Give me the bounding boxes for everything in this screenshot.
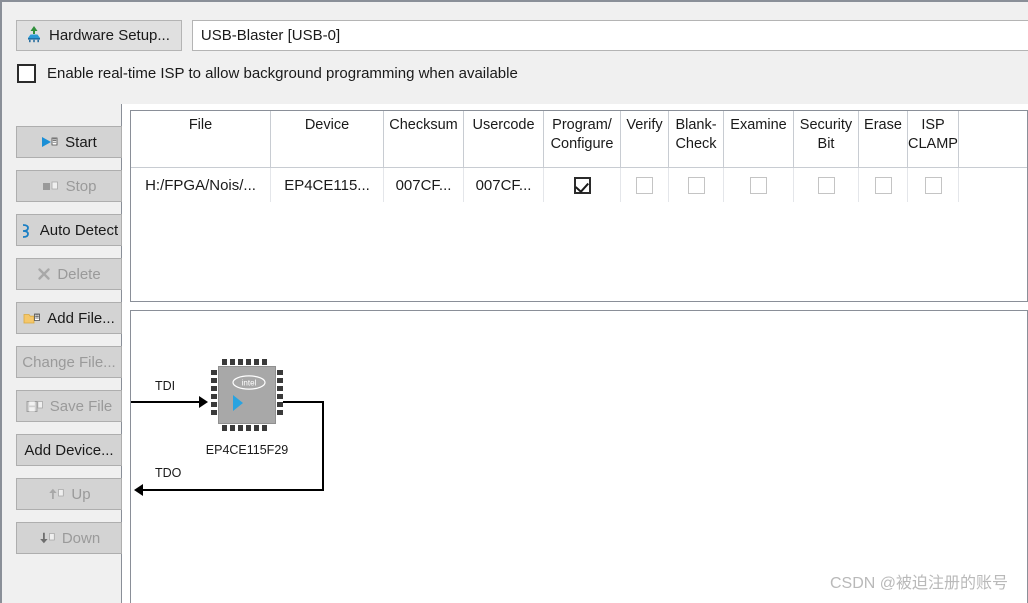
- move-up-button-label: Up: [71, 485, 91, 503]
- column-header-security-bit-label: Security Bit: [799, 117, 853, 152]
- move-down-button-label: Down: [61, 529, 101, 547]
- column-header-file-label: File: [188, 117, 213, 133]
- move-down-button[interactable]: Down: [16, 522, 122, 554]
- toolbar-top: Hardware Setup... USB-Blaster [USB-0] En…: [0, 0, 1028, 104]
- hardware-setup-button[interactable]: Hardware Setup...: [16, 20, 182, 51]
- intel-logo-icon: intel: [232, 375, 266, 390]
- hardware-value-field[interactable]: USB-Blaster [USB-0]: [191, 20, 1028, 51]
- delete-button[interactable]: Delete: [16, 258, 122, 290]
- security-bit-checkbox[interactable]: [817, 176, 835, 194]
- add-file-button[interactable]: Add File...: [16, 302, 122, 334]
- column-header-device-label: Device: [304, 117, 350, 133]
- column-header-usercode[interactable]: Usercode: [464, 111, 544, 167]
- cell-program-configure[interactable]: [544, 168, 621, 202]
- floppy-save-icon: [26, 399, 44, 414]
- tdo-arrowhead: [134, 484, 143, 496]
- save-file-button[interactable]: Save File: [16, 390, 122, 422]
- delete-button-label: Delete: [57, 265, 101, 283]
- column-header-program-configure-label: Program/ Configure: [550, 117, 614, 152]
- column-header-checksum-label: Checksum: [389, 117, 458, 133]
- table-header-row: File Device Checksum Usercode Program/ C…: [131, 111, 1027, 168]
- change-file-button-label: Change File...: [22, 353, 116, 371]
- cell-file[interactable]: H:/FPGA/Nois/...: [131, 168, 271, 202]
- enable-realtime-isp-checkbox[interactable]: [17, 64, 36, 83]
- cell-isp-clamp[interactable]: [908, 168, 959, 202]
- cell-security-bit[interactable]: [794, 168, 859, 202]
- program-configure-checkbox[interactable]: [573, 176, 591, 194]
- hardware-connector-icon: [26, 25, 42, 47]
- move-up-button[interactable]: Up: [16, 478, 122, 510]
- column-header-file[interactable]: File: [131, 111, 271, 167]
- column-header-security-bit[interactable]: Security Bit: [794, 111, 859, 167]
- play-run-icon: [41, 135, 59, 149]
- column-header-checksum[interactable]: Checksum: [384, 111, 464, 167]
- auto-detect-button-label: Auto Detect: [39, 221, 119, 239]
- start-button[interactable]: Start: [16, 126, 122, 158]
- examine-checkbox[interactable]: [750, 176, 767, 194]
- cell-verify[interactable]: [621, 168, 669, 202]
- tdi-wire: [131, 401, 203, 403]
- add-device-button-label: Add Device...: [24, 441, 114, 459]
- column-header-erase-label: Erase: [864, 117, 902, 133]
- cell-spacer: [959, 168, 1027, 202]
- column-header-verify[interactable]: Verify: [621, 111, 669, 167]
- tdo-wire-top: [283, 401, 324, 403]
- verify-checkbox[interactable]: [636, 176, 653, 194]
- chip-device-label: EP4CE115F29: [205, 443, 289, 457]
- cell-device[interactable]: EP4CE115...: [271, 168, 384, 202]
- svg-text:intel: intel: [242, 378, 257, 387]
- cell-blank-check[interactable]: [669, 168, 724, 202]
- jtag-chain-diagram: TDI intel EP4CE115F29 TDO: [130, 310, 1028, 603]
- isp-option-row: Enable real-time ISP to allow background…: [17, 64, 518, 83]
- chip-body: intel: [218, 366, 276, 424]
- table-row[interactable]: H:/FPGA/Nois/... EP4CE115... 007CF... 00…: [131, 168, 1027, 202]
- column-header-device[interactable]: Device: [271, 111, 384, 167]
- add-device-button[interactable]: Add Device...: [16, 434, 122, 466]
- tdo-label: TDO: [155, 466, 182, 480]
- column-header-erase[interactable]: Erase: [859, 111, 908, 167]
- stop-button[interactable]: Stop: [16, 170, 122, 202]
- hardware-setup-row: Hardware Setup... USB-Blaster [USB-0]: [16, 20, 1028, 51]
- tdo-wire-right: [322, 401, 324, 491]
- column-header-verify-label: Verify: [626, 117, 663, 133]
- column-header-blank-check[interactable]: Blank- Check: [669, 111, 724, 167]
- column-header-usercode-label: Usercode: [472, 117, 535, 133]
- tdo-wire-bottom: [141, 489, 324, 491]
- column-header-isp-clamp-label: ISP CLAMP: [908, 117, 958, 152]
- tdi-arrowhead: [199, 396, 208, 408]
- start-button-label: Start: [65, 133, 97, 151]
- erase-checkbox[interactable]: [874, 176, 892, 194]
- column-header-blank-check-label: Blank- Check: [675, 117, 717, 152]
- isp-clamp-checkbox[interactable]: [924, 176, 942, 194]
- device-chain-table: File Device Checksum Usercode Program/ C…: [130, 110, 1028, 302]
- hardware-setup-label: Hardware Setup...: [49, 27, 170, 44]
- auto-detect-icon: [20, 223, 34, 238]
- column-header-examine-label: Examine: [730, 117, 787, 133]
- column-header-isp-clamp[interactable]: ISP CLAMP: [908, 111, 959, 167]
- tdi-label: TDI: [155, 379, 176, 393]
- column-header-program-configure[interactable]: Program/ Configure: [544, 111, 621, 167]
- blank-check-checkbox[interactable]: [687, 176, 705, 194]
- chip-accent-triangle-icon: [233, 395, 243, 411]
- column-header-examine[interactable]: Examine: [724, 111, 794, 167]
- cell-erase[interactable]: [859, 168, 908, 202]
- cell-examine[interactable]: [724, 168, 794, 202]
- column-header-spacer: [959, 111, 1027, 167]
- folder-open-icon: [23, 311, 41, 326]
- arrow-down-icon: [38, 531, 56, 546]
- action-button-panel: Start Stop Auto Detect Delete Add File..…: [0, 104, 122, 603]
- save-file-button-label: Save File: [49, 397, 113, 415]
- cell-checksum[interactable]: 007CF...: [384, 168, 464, 202]
- stop-square-icon: [42, 179, 60, 193]
- delete-x-icon: [37, 267, 51, 281]
- change-file-button[interactable]: Change File...: [16, 346, 122, 378]
- auto-detect-button[interactable]: Auto Detect: [16, 214, 122, 246]
- add-file-button-label: Add File...: [47, 309, 115, 327]
- stop-button-label: Stop: [65, 177, 97, 195]
- enable-realtime-isp-label: Enable real-time ISP to allow background…: [47, 65, 518, 82]
- fpga-chip[interactable]: intel: [211, 359, 283, 431]
- cell-usercode[interactable]: 007CF...: [464, 168, 544, 202]
- arrow-up-icon: [47, 487, 65, 502]
